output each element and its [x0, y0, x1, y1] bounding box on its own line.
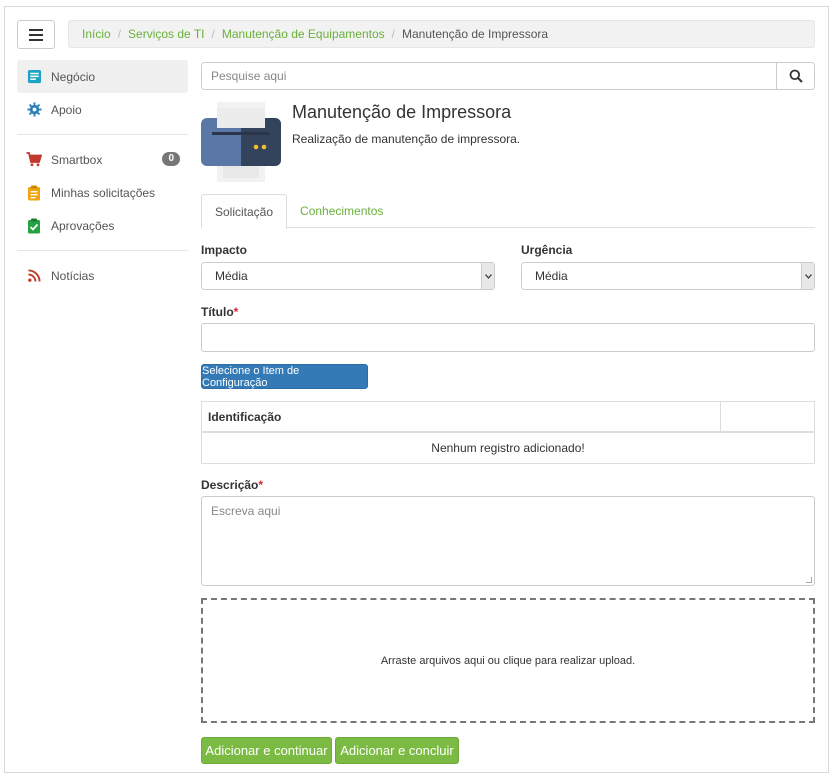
- impacto-select[interactable]: Média: [201, 262, 495, 290]
- menu-icon-bar: [29, 38, 43, 41]
- sidebar-item-negocio[interactable]: Negócio: [17, 60, 188, 93]
- breadcrumb-separator: /: [211, 27, 215, 41]
- newspaper-icon: [26, 69, 42, 85]
- descricao-placeholder: Escreva aqui: [211, 504, 281, 518]
- table-header-row: Identificação: [202, 402, 814, 433]
- tab-bar: Solicitação Conhecimentos: [201, 194, 815, 229]
- sidebar-divider: [17, 134, 188, 135]
- urgencia-select[interactable]: Média: [521, 262, 815, 290]
- service-description: Realização de manutenção de impressora.: [292, 132, 521, 146]
- sidebar-item-label: Smartbox: [51, 152, 103, 167]
- sidebar-item-label: Minhas solicitações: [51, 185, 156, 200]
- sidebar-item-smartbox[interactable]: Smartbox 0: [17, 143, 188, 176]
- sidebar-item-minhas-solicitacoes[interactable]: Minhas solicitações: [17, 176, 188, 209]
- upload-instructions: Arraste arquivos aqui ou clique para rea…: [380, 654, 636, 667]
- clipboard-icon: [26, 185, 42, 201]
- table-empty-message: Nenhum registro adicionado!: [431, 441, 585, 455]
- sidebar: Negócio Apoio Smartbox 0 Minhas solicita…: [17, 60, 188, 292]
- cart-icon: [26, 152, 42, 168]
- titulo-label: Título*: [201, 305, 238, 319]
- descricao-textarea[interactable]: Escreva aqui: [201, 496, 815, 586]
- resize-grip-icon[interactable]: [806, 577, 812, 583]
- sidebar-divider: [17, 250, 188, 251]
- menu-icon-bar: [29, 33, 43, 36]
- sidebar-item-aprovacoes[interactable]: Aprovações: [17, 209, 188, 242]
- add-and-finish-button[interactable]: Adicionar e concluir: [335, 737, 459, 764]
- breadcrumb-current: Manutenção de Impressora: [401, 27, 549, 41]
- impacto-selected-value: Média: [215, 269, 248, 283]
- add-and-continue-button[interactable]: Adicionar e continuar: [201, 737, 332, 764]
- breadcrumb-separator: /: [117, 27, 122, 41]
- sidebar-item-noticias[interactable]: Notícias: [17, 259, 188, 292]
- table-header-identificacao: Identificação: [202, 402, 721, 431]
- breadcrumb-link-servicos[interactable]: Serviços de TI: [128, 27, 204, 41]
- service-title: Manutenção de Impressora: [292, 102, 512, 122]
- hamburger-menu-button[interactable]: [17, 20, 55, 49]
- sidebar-item-label: Negócio: [51, 69, 96, 84]
- sidebar-item-label: Aprovações: [51, 218, 115, 233]
- clipboard-check-icon: [26, 218, 42, 234]
- menu-icon-bar: [29, 28, 43, 31]
- breadcrumb: Início / Serviços de TI / Manutenção de …: [68, 20, 815, 48]
- urgencia-label: Urgência: [521, 243, 573, 257]
- sidebar-item-label: Apoio: [51, 102, 82, 117]
- search-bar: [201, 62, 815, 90]
- chevron-down-icon: [481, 263, 494, 289]
- breadcrumb-link-inicio[interactable]: Início: [82, 27, 111, 41]
- tab-conhecimentos[interactable]: Conhecimentos: [287, 194, 396, 228]
- smartbox-count-badge: 0: [162, 152, 180, 166]
- descricao-label: Descrição*: [201, 478, 263, 492]
- impacto-label: Impacto: [201, 243, 248, 257]
- titulo-input[interactable]: [201, 323, 815, 352]
- sidebar-item-apoio[interactable]: Apoio: [17, 93, 188, 126]
- required-marker: *: [258, 478, 264, 492]
- urgencia-selected-value: Média: [535, 269, 568, 283]
- breadcrumb-separator: /: [391, 27, 395, 41]
- search-icon: [789, 69, 803, 83]
- tab-solicitacao[interactable]: Solicitação: [201, 194, 288, 229]
- table-header-actions: [721, 402, 814, 431]
- sidebar-item-label: Notícias: [51, 268, 95, 283]
- required-marker: *: [233, 305, 239, 319]
- select-configuration-item-button[interactable]: Selecione o Item de Configuração: [201, 364, 368, 389]
- descricao-label-text: Descrição: [201, 478, 259, 492]
- titulo-label-text: Título: [201, 305, 234, 319]
- configuration-items-table: Identificação Nenhum registro adicionado…: [201, 401, 815, 464]
- gear-icon: [26, 102, 42, 118]
- rss-icon: [26, 268, 42, 284]
- breadcrumb-link-manutencao[interactable]: Manutenção de Equipamentos: [222, 27, 385, 41]
- search-input[interactable]: [201, 62, 777, 90]
- chevron-down-icon: [801, 263, 814, 289]
- file-upload-dropzone[interactable]: Arraste arquivos aqui ou clique para rea…: [201, 598, 815, 723]
- printer-icon: [201, 102, 281, 182]
- search-button[interactable]: [777, 62, 815, 90]
